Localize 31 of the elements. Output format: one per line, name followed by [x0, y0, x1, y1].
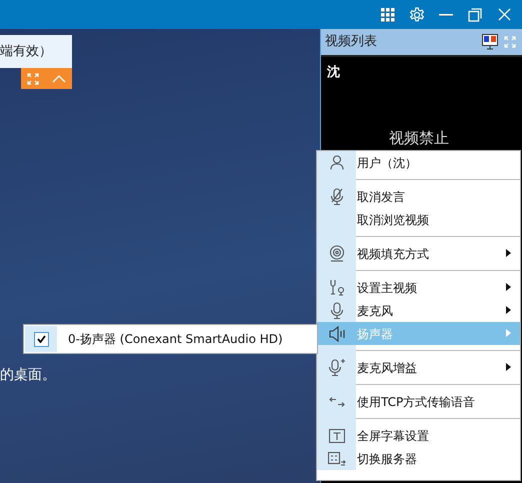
user-icon	[330, 155, 344, 170]
menu-item[interactable]: 用户（沈）	[317, 151, 520, 174]
menu-item[interactable]: 切换服务器	[317, 447, 520, 470]
video-status: 视频禁止	[389, 128, 449, 149]
menu-item[interactable]: 麦克风增益	[317, 356, 520, 379]
menu-item[interactable]: 设置主视频	[317, 276, 520, 299]
check-icon	[36, 335, 46, 343]
desktop-text: 的桌面。	[0, 366, 57, 385]
text-box-icon	[328, 428, 344, 442]
transfer-arrows-icon	[328, 396, 344, 406]
mic-plus-icon	[328, 358, 346, 377]
menu-item[interactable]: 麦克风	[317, 299, 520, 322]
layout-number-icon[interactable]	[482, 34, 498, 50]
collapse-icon[interactable]	[52, 74, 66, 82]
server-switch-icon	[328, 452, 346, 466]
tool-icon	[328, 279, 345, 296]
mic-off-icon	[330, 188, 344, 206]
submenu-item[interactable]: 0-扬声器 (Conexant SmartAudio HD)	[25, 326, 316, 352]
notice-text: 端有效）	[0, 35, 72, 68]
mic-icon	[330, 302, 344, 320]
webcam-icon	[328, 245, 344, 262]
menu-item[interactable]: 全屏字幕设置	[317, 424, 520, 447]
fullscreen-icon[interactable]	[27, 72, 40, 84]
panel-title: 视频列表	[325, 33, 378, 52]
menu-item[interactable]: 视频填充方式	[317, 242, 520, 265]
speaker-icon	[328, 326, 344, 342]
menu-item[interactable]: 取消发言	[317, 185, 520, 208]
participant-name: 沈	[327, 64, 340, 82]
menu-item[interactable]: 使用TCP方式传输语音	[317, 390, 520, 413]
checkbox[interactable]	[34, 332, 48, 346]
menu-item[interactable]: 取消浏览视频	[317, 208, 520, 231]
